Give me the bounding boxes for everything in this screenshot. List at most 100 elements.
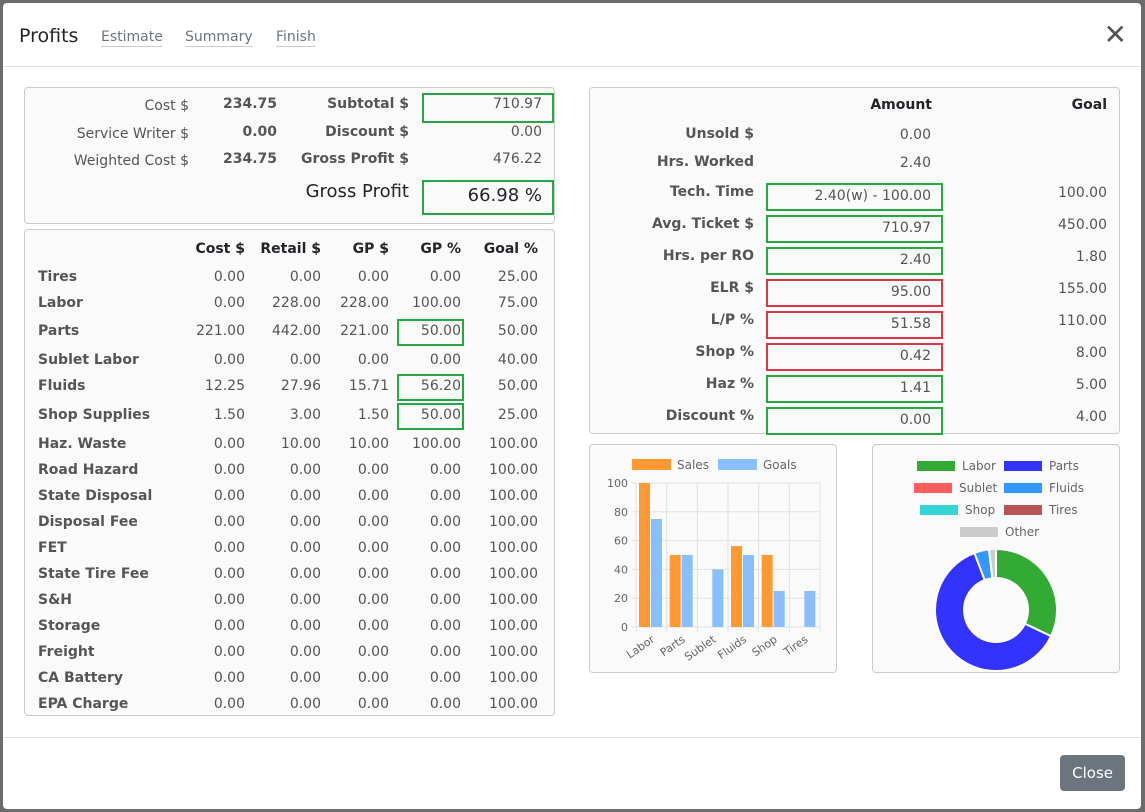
table-row: Sublet Labor 0.00 0.00 0.00 0.00 40.00 [25,349,554,375]
x-tick-label: Sublet [682,632,719,663]
cell-value: 221.00 [196,323,245,339]
bar-goals [651,519,662,627]
bar-sales [639,483,650,627]
bar-goals [804,591,816,627]
cell-value: 0.00 [289,540,321,556]
metric-amount: 0.42 [899,348,931,364]
tab-summary[interactable]: Summary [185,29,253,47]
cell-value: 0.00 [213,644,245,660]
cell-value: 10.00 [280,436,321,452]
cell-value: 0.00 [429,592,461,608]
metric-amount: 710.97 [882,220,931,236]
cell-value: 0.00 [289,670,321,686]
metric-goal: 450.00 [1058,217,1107,233]
row-label: Haz. Waste [38,436,127,452]
summary-label: Weighted Cost $ [73,153,189,169]
gp-percent-box [397,319,464,346]
cell-value: 0.00 [429,566,461,582]
cell-value: 0.00 [213,696,245,712]
legend-label: Parts [1049,459,1079,473]
column-header: Goal % [483,241,538,257]
legend-label: Other [1005,525,1039,539]
y-tick-label: 40 [614,563,628,576]
cell-value: 100.00 [489,514,538,530]
column-header: Retail $ [260,241,321,257]
cell-value: 25.00 [497,407,538,423]
cell-value: 442.00 [272,323,321,339]
bar-sales [669,555,681,627]
cell-value: 27.96 [280,378,321,394]
cell-value: 0.00 [357,269,389,285]
cell-value: 0.00 [289,644,321,660]
modal-header: Profits Estimate Summary Finish ✕ [3,3,1141,67]
cell-value: 1.50 [357,407,389,423]
metric-label: Shop % [695,344,754,360]
metric-amount: 95.00 [890,284,931,300]
cell-value: 221.00 [340,323,389,339]
cell-value: 15.71 [348,378,389,394]
modal-footer: Close [3,737,1141,809]
cell-value: 0.00 [357,488,389,504]
metric-label: Hrs. Worked [656,154,754,170]
cell-value: 0.00 [289,269,321,285]
cell-value: 0.00 [213,670,245,686]
tab-estimate[interactable]: Estimate [101,29,163,47]
table-row: Parts 221.00 442.00 221.00 50.00 50.00 [25,319,554,349]
cell-value: 0.00 [429,618,461,634]
summary-label: Subtotal $ [327,96,409,112]
cell-value: 50.00 [497,323,538,339]
cell-value: 100.00 [489,670,538,686]
legend-label: Fluids [1049,481,1084,495]
cell-value: 0.00 [357,618,389,634]
table-row: Avg. Ticket $ 710.97 450.00 [590,212,1119,244]
column-header: GP $ [352,241,389,257]
cell-value: 100.00 [489,644,538,660]
cell-value: 100.00 [489,566,538,582]
y-tick-label: 80 [614,506,628,519]
tab-finish[interactable]: Finish [276,29,316,47]
legend-label: Labor [962,459,996,473]
row-label: Storage [38,618,101,634]
metric-goal: 155.00 [1058,281,1107,297]
cell-value: 0.00 [213,514,245,530]
x-tick-label: Labor [624,633,657,662]
row-label: Shop Supplies [38,407,151,423]
row-label: Freight [38,644,95,660]
gross-profit-percent: 66.98 % [467,185,542,206]
cell-value: 100.00 [412,295,461,311]
cell-value: 0.00 [429,462,461,478]
column-header: Amount [870,97,932,113]
row-label: EPA Charge [38,696,129,712]
table-row: Tires 0.00 0.00 0.00 0.00 25.00 [25,266,554,292]
cell-value: 100.00 [489,540,538,556]
y-tick-label: 100 [607,477,628,490]
sales-mix-donut-chart: Labor Parts Sublet Fluids Shop Tires Other [872,444,1120,673]
sales-goals-bar-chart: 0 20 40 60 80 100 Labor Parts Sublet Fluids Shop Ti… [589,444,837,673]
cell-value: 0.00 [213,436,245,452]
summary-label: Discount $ [325,124,409,140]
cell-value: 100.00 [412,436,461,452]
table-row: L/P % 51.58 110.00 [590,308,1119,340]
legend-label: Sublet [959,481,998,495]
cell-value: 0.00 [429,696,461,712]
cell-value: 228.00 [272,295,321,311]
table-row: CA Battery 0.00 0.00 0.00 0.00 100.00 [25,667,554,693]
cell-value: 3.00 [289,407,321,423]
table-row: Tech. Time 2.40(w) - 100.00 100.00 [590,180,1119,212]
close-icon[interactable]: ✕ [1104,21,1127,49]
cell-value: 50.00 [497,378,538,394]
y-tick-label: 0 [621,621,628,634]
close-button[interactable]: Close [1060,755,1125,791]
cell-value: 75.00 [497,295,538,311]
cell-value: 1.50 [213,407,245,423]
table-row: ELR $ 95.00 155.00 [590,276,1119,308]
table-row: S&H 0.00 0.00 0.00 0.00 100.00 [25,589,554,615]
cell-value: 0.00 [213,618,245,634]
table-row: Disposal Fee 0.00 0.00 0.00 0.00 100.00 [25,511,554,537]
cell-value: 0.00 [289,618,321,634]
row-label: CA Battery [38,670,124,686]
metric-label: Haz % [705,376,754,392]
cell-value: 0.00 [289,696,321,712]
table-row: State Disposal 0.00 0.00 0.00 0.00 100.00 [25,485,554,511]
metric-label: Avg. Ticket $ [651,216,754,232]
